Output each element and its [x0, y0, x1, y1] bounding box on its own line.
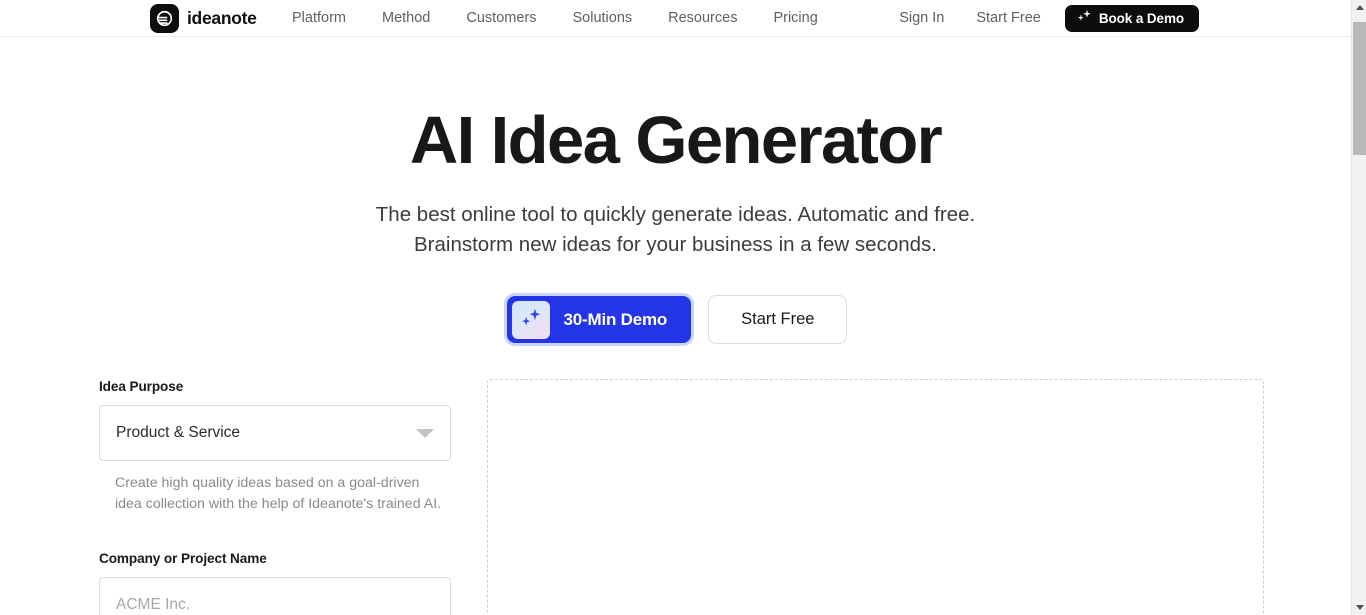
header-actions: Sign In Start Free Book a Demo [883, 0, 1199, 37]
company-name-label: Company or Project Name [99, 551, 267, 566]
demo-cta-focus-ring: 30-Min Demo [503, 293, 695, 346]
vertical-scrollbar[interactable] [1351, 0, 1366, 615]
page-title: AI Idea Generator [409, 103, 943, 178]
start-free-link[interactable]: Start Free [960, 0, 1056, 37]
nav-item-resources[interactable]: Resources [650, 0, 755, 37]
book-a-demo-button[interactable]: Book a Demo [1064, 5, 1199, 32]
book-a-demo-label: Book a Demo [1098, 11, 1184, 26]
hero-subtitle-line-2: Brainstorm new ideas for your business i… [413, 233, 937, 256]
hero-subtitle: The best online tool to quickly generate… [296, 180, 1056, 260]
nav-item-platform[interactable]: Platform [274, 0, 364, 37]
idea-purpose-label: Idea Purpose [99, 379, 184, 394]
site-header: ideanote Platform Method Customers Solut… [0, 0, 1351, 37]
idea-purpose-select[interactable]: Product & Service [99, 405, 451, 461]
idea-purpose-value: Product & Service [116, 424, 241, 441]
nav-item-pricing[interactable]: Pricing [755, 0, 835, 37]
chevron-down-icon [416, 429, 434, 438]
ideanote-swoosh-logo-icon [150, 4, 179, 33]
main-navigation: Platform Method Customers Solutions Reso… [274, 0, 836, 37]
scroll-up-arrow-icon[interactable] [1352, 0, 1366, 15]
generator-form-column: Idea Purpose Product & Service Create hi… [99, 379, 451, 615]
brand-logo-link[interactable]: ideanote [150, 4, 257, 33]
scroll-down-arrow-icon[interactable] [1352, 600, 1366, 615]
hero-cta-row: 30-Min Demo Start Free [0, 260, 1351, 346]
nav-item-method[interactable]: Method [364, 0, 448, 37]
idea-purpose-field: Idea Purpose Product & Service Create hi… [99, 379, 451, 515]
idea-output-panel [487, 379, 1264, 615]
sparkles-icon [1077, 9, 1092, 28]
sparkles-icon [511, 300, 550, 339]
idea-purpose-help-text: Create high quality ideas based on a goa… [115, 475, 442, 512]
brand-name: ideanote [187, 8, 257, 28]
page-content: ideanote Platform Method Customers Solut… [0, 0, 1351, 615]
thirty-min-demo-label: 30-Min Demo [563, 309, 668, 329]
idea-generator-section: Idea Purpose Product & Service Create hi… [99, 379, 1264, 615]
company-name-field: Company or Project Name [99, 551, 451, 615]
nav-item-customers[interactable]: Customers [448, 0, 554, 37]
thirty-min-demo-button[interactable]: 30-Min Demo [506, 296, 692, 343]
scrollbar-thumb[interactable] [1353, 22, 1366, 155]
hero-section: AI Idea Generator The best online tool t… [0, 37, 1351, 346]
start-free-button[interactable]: Start Free [708, 295, 848, 344]
company-name-input[interactable] [99, 577, 451, 615]
browser-viewport: ideanote Platform Method Customers Solut… [0, 0, 1366, 615]
hero-subtitle-line-1: The best online tool to quickly generate… [375, 203, 976, 226]
sign-in-link[interactable]: Sign In [883, 0, 960, 37]
nav-item-solutions[interactable]: Solutions [554, 0, 650, 37]
